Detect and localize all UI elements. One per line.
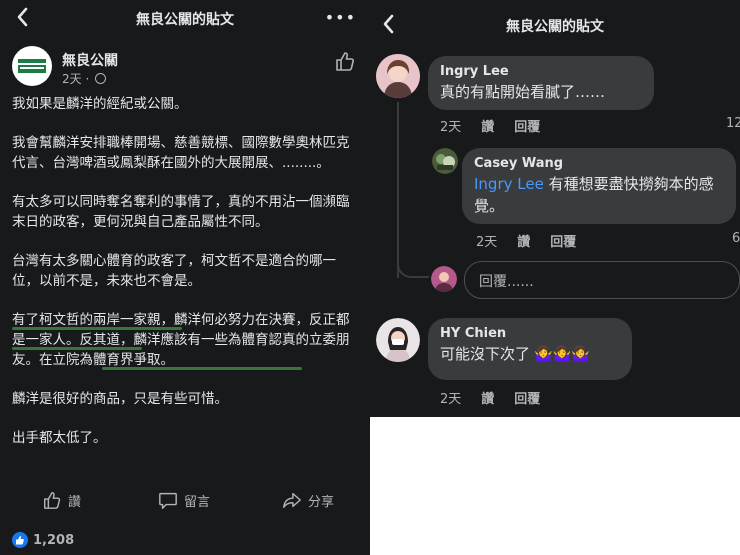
right-top-bar: 無良公關的貼文 <box>370 0 740 48</box>
page-title: 無良公關的貼文 <box>506 19 604 35</box>
share-button[interactable]: 分享 <box>282 488 334 512</box>
comment-reply-button[interactable]: 回覆 <box>550 231 576 250</box>
thumbs-up-icon[interactable] <box>334 50 356 72</box>
post-paragraph: 我如果是麟洋的經紀或公關。 <box>12 96 188 112</box>
page-title: 無良公關的貼文 <box>136 12 234 28</box>
left-top-bar: 無良公關的貼文 ••• <box>0 0 370 36</box>
like-label: 讚 <box>68 494 82 510</box>
comment-bubble: Ingry Lee 真的有點開始看膩了…… <box>428 56 654 110</box>
comment-like-button[interactable]: 讚 <box>517 231 530 250</box>
comment-actions: 2天 讚 回覆 <box>440 388 540 407</box>
mention-link[interactable]: Ingry Lee <box>474 175 544 193</box>
comment-text: 真的有點開始看膩了…… <box>440 83 606 101</box>
comment-actions: 2天 讚 回覆 <box>476 231 576 250</box>
share-label: 分享 <box>308 494 335 510</box>
avatar[interactable] <box>376 54 420 98</box>
post-paragraph-highlighted: 有了柯文哲的兩岸一家親，麟洋何必努力在決賽，反正都是一家人。反其道，麟洋應該有一… <box>12 310 358 370</box>
page-name[interactable]: 無良公關 <box>62 50 118 70</box>
comments-panel: 無良公關的貼文 Ingry Lee 真的有點開始看膩了…… 2天 讚 回覆 12… <box>370 0 740 417</box>
comment-icon <box>159 492 177 509</box>
comment-text: Ingry Lee 有種想要盡快撈夠本的感覺。 <box>474 173 724 217</box>
comment-reply-button[interactable]: 回覆 <box>514 388 540 407</box>
comment-author[interactable]: HY Chien <box>440 326 620 341</box>
comment-author[interactable]: Ingry Lee <box>440 64 642 79</box>
avatar[interactable] <box>432 148 458 174</box>
more-options-icon[interactable]: ••• <box>325 8 356 27</box>
post-paragraph: 台灣有太多關心體育的政客了，柯文哲不是適合的哪一位，以前不是，未來也不會是。 <box>12 253 336 289</box>
avatar <box>431 266 457 292</box>
thread-line <box>397 102 399 278</box>
comment-button[interactable]: 留言 <box>158 488 210 512</box>
post-paragraph-text: 有了柯文哲的兩岸一家親，麟洋何必努力在決賽，反正都是一家人。反其道，麟洋應該有一… <box>12 312 350 368</box>
reaction-count: 1,208 <box>33 532 75 548</box>
thumbs-up-icon <box>44 492 61 509</box>
comment-reply-button[interactable]: 回覆 <box>514 116 540 135</box>
page-avatar[interactable] <box>12 46 52 86</box>
comment-like-button[interactable]: 讚 <box>481 388 494 407</box>
comment-time: 2天 <box>440 392 462 407</box>
post-body: 我如果是麟洋的經紀或公關。 我會幫麟洋安排職棒開場、慈善競標、國際數學奧林匹克代… <box>12 94 358 467</box>
post-meta: 2天 · <box>62 70 107 87</box>
comment-author[interactable]: Casey Wang <box>474 156 724 171</box>
clipped-counter: 12 <box>726 116 740 131</box>
comment-like-button[interactable]: 讚 <box>481 116 494 135</box>
post-paragraph: 麟洋是很好的商品，只是有些可惜。 <box>12 391 228 407</box>
post-paragraph: 出手都太低了。 <box>12 430 107 446</box>
thread-connector <box>397 262 429 278</box>
reply-input[interactable]: 回覆...... <box>464 261 740 299</box>
like-button[interactable]: 讚 <box>42 488 81 512</box>
share-icon <box>283 492 301 508</box>
like-reaction-icon <box>12 532 28 548</box>
comment-text-body: 可能沒下次了 <box>440 345 531 363</box>
comment-text: 可能沒下次了 🤷‍♀️🤷‍♀️🤷‍♀️ <box>440 343 620 365</box>
post-actions: 讚 留言 分享 <box>0 488 370 514</box>
avatar[interactable] <box>376 318 420 362</box>
comment-label: 留言 <box>184 494 211 510</box>
post-time: 2天 · <box>62 72 90 86</box>
comment-time: 2天 <box>440 120 462 135</box>
post-paragraph: 有太多可以同時奪名奪利的事情了，真的不用沾一個瀕臨末日的政客，更何況與自己產品屬… <box>12 194 350 230</box>
post-panel: 無良公關的貼文 ••• 無良公關 2天 · 我如果是麟洋的經紀或公關。 我會幫麟… <box>0 0 370 555</box>
reaction-summary[interactable]: 1,208 <box>12 531 74 549</box>
shrug-emoji: 🤷‍♀️🤷‍♀️🤷‍♀️ <box>534 345 591 363</box>
clipped-counter: 6 <box>732 231 740 246</box>
comment-bubble: HY Chien 可能沒下次了 🤷‍♀️🤷‍♀️🤷‍♀️ <box>428 318 632 380</box>
post-header: 無良公關 2天 · <box>12 46 358 90</box>
globe-icon <box>95 73 107 84</box>
post-paragraph: 我會幫麟洋安排職棒開場、慈善競標、國際數學奧林匹克代言、台灣啤酒或鳳梨酥在國外的… <box>12 135 350 171</box>
comment-bubble: Casey Wang Ingry Lee 有種想要盡快撈夠本的感覺。 <box>462 148 736 224</box>
comment-time: 2天 <box>476 235 498 250</box>
comment-actions: 2天 讚 回覆 <box>440 116 540 135</box>
